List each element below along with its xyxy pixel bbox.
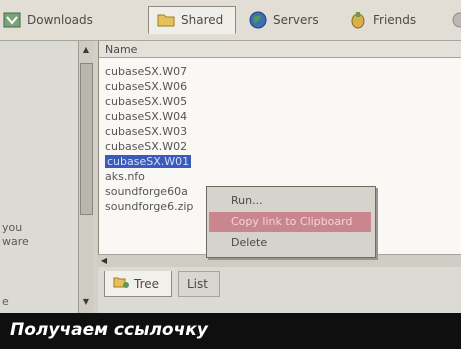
scroll-up-icon[interactable]: ▲ [79,43,93,57]
list-item[interactable]: cubaseSX.W04 [99,109,461,124]
file-name: cubaseSX.W06 [105,80,188,93]
file-name: soundforge60a [105,185,188,198]
view-tabs: Tree List [98,267,461,313]
file-name: cubaseSX.W05 [105,95,188,108]
scroll-left-icon[interactable]: ◀ [98,255,110,267]
tab-servers[interactable]: Servers [240,6,332,34]
file-name: cubaseSX.W01 [105,155,192,168]
left-panel-text-1: you [2,221,23,234]
caption-text: Получаем ссылочку [10,320,208,340]
left-panel-scrollbar[interactable]: ▲ ▼ [78,41,93,313]
scroll-down-icon[interactable]: ▼ [79,295,93,309]
tab-tree-label: Tree [134,276,160,291]
globe-icon [249,11,267,29]
more-tab-icon [451,11,461,29]
file-name: cubaseSX.W02 [105,140,188,153]
tab-friends-label: Friends [373,13,417,27]
downloads-icon [3,11,21,29]
left-panel-text-2: ware [2,235,29,248]
menu-item-copy-link[interactable]: Copy link to Clipboard [209,212,371,232]
list-item[interactable]: aks.nfo [99,169,461,184]
list-item[interactable]: cubaseSX.W05 [99,94,461,109]
friends-icon [349,11,367,29]
file-name: aks.nfo [105,170,145,183]
menu-item-run[interactable]: Run... [209,191,371,211]
main-toolbar: Downloads Shared Servers Friends [0,0,461,41]
list-item[interactable]: cubaseSX.W02 [99,139,461,154]
left-panel: you ware e [0,41,79,313]
file-name: cubaseSX.W04 [105,110,188,123]
caption-bar: Получаем ссылочку [0,313,461,349]
list-item[interactable]: cubaseSX.W06 [99,79,461,94]
tab-friends[interactable]: Friends [340,6,436,34]
context-menu: Run... Copy link to Clipboard Delete [206,186,376,258]
scrollbar-thumb[interactable] [80,63,93,215]
file-name: cubaseSX.W03 [105,125,188,138]
folder-icon [157,11,175,29]
list-item[interactable]: cubaseSX.W07 [99,64,461,79]
file-name: soundforge6.zip [105,200,194,213]
tab-more[interactable] [442,6,461,34]
tab-shared[interactable]: Shared [148,6,236,34]
tab-list-label: List [187,277,208,291]
tree-icon [113,275,129,292]
app-window: Downloads Shared Servers Friends you war… [0,0,461,349]
tab-downloads-label: Downloads [27,13,93,27]
tab-shared-label: Shared [181,13,224,27]
tab-tree[interactable]: Tree [104,271,172,297]
tab-servers-label: Servers [273,13,319,27]
file-name: cubaseSX.W07 [105,65,188,78]
tab-list[interactable]: List [178,271,220,297]
left-panel-text-3: e [2,295,9,308]
menu-item-delete[interactable]: Delete [209,233,371,253]
list-item[interactable]: cubaseSX.W03 [99,124,461,139]
list-item-selected[interactable]: cubaseSX.W01 [99,154,461,169]
column-header-name[interactable]: Name [99,41,461,58]
tab-downloads[interactable]: Downloads [0,6,130,34]
